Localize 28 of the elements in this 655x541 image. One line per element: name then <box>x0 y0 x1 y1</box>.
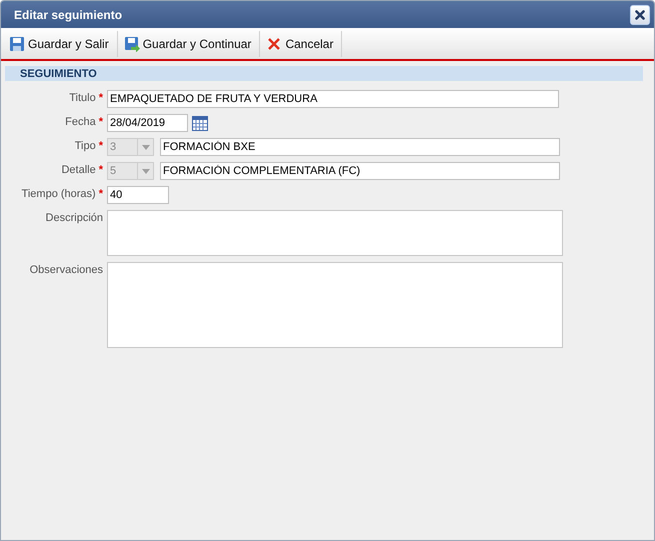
field-label: Tipo <box>74 140 96 152</box>
text-area[interactable] <box>107 262 563 348</box>
caret-icon <box>142 144 150 150</box>
field-label: Titulo <box>69 92 96 104</box>
input-field[interactable]: 40 <box>107 186 169 204</box>
required-mark: * <box>98 164 103 176</box>
close-icon <box>635 10 645 20</box>
required-mark: * <box>98 140 103 152</box>
section-title: SEGUIMIENTO <box>20 68 97 80</box>
toolbar-button[interactable]: Cancelar <box>260 30 342 56</box>
field-label: Fecha <box>65 116 96 128</box>
caret-icon <box>142 168 150 174</box>
text-area[interactable] <box>107 210 563 256</box>
input-field[interactable]: 28/04/2019 <box>107 114 188 132</box>
close-button[interactable] <box>630 4 650 24</box>
required-mark: * <box>98 188 103 200</box>
required-mark: * <box>98 92 103 104</box>
field-label: Tiempo (horas) <box>22 188 96 200</box>
calendar-icon <box>192 115 208 131</box>
required-mark: * <box>98 116 103 128</box>
field-label: Detalle <box>61 164 96 176</box>
cross-icon <box>266 36 282 52</box>
field-label: Observaciones <box>30 264 103 276</box>
input-field[interactable]: EMPAQUETADO DE FRUTA Y VERDURA <box>107 90 559 108</box>
toolbar-button[interactable]: Guardar y Salir <box>3 30 118 56</box>
field-label: Descripción <box>46 212 103 224</box>
window-title: Editar seguimiento <box>14 8 122 22</box>
toolbar-button[interactable]: Guardar y Continuar <box>118 30 260 56</box>
